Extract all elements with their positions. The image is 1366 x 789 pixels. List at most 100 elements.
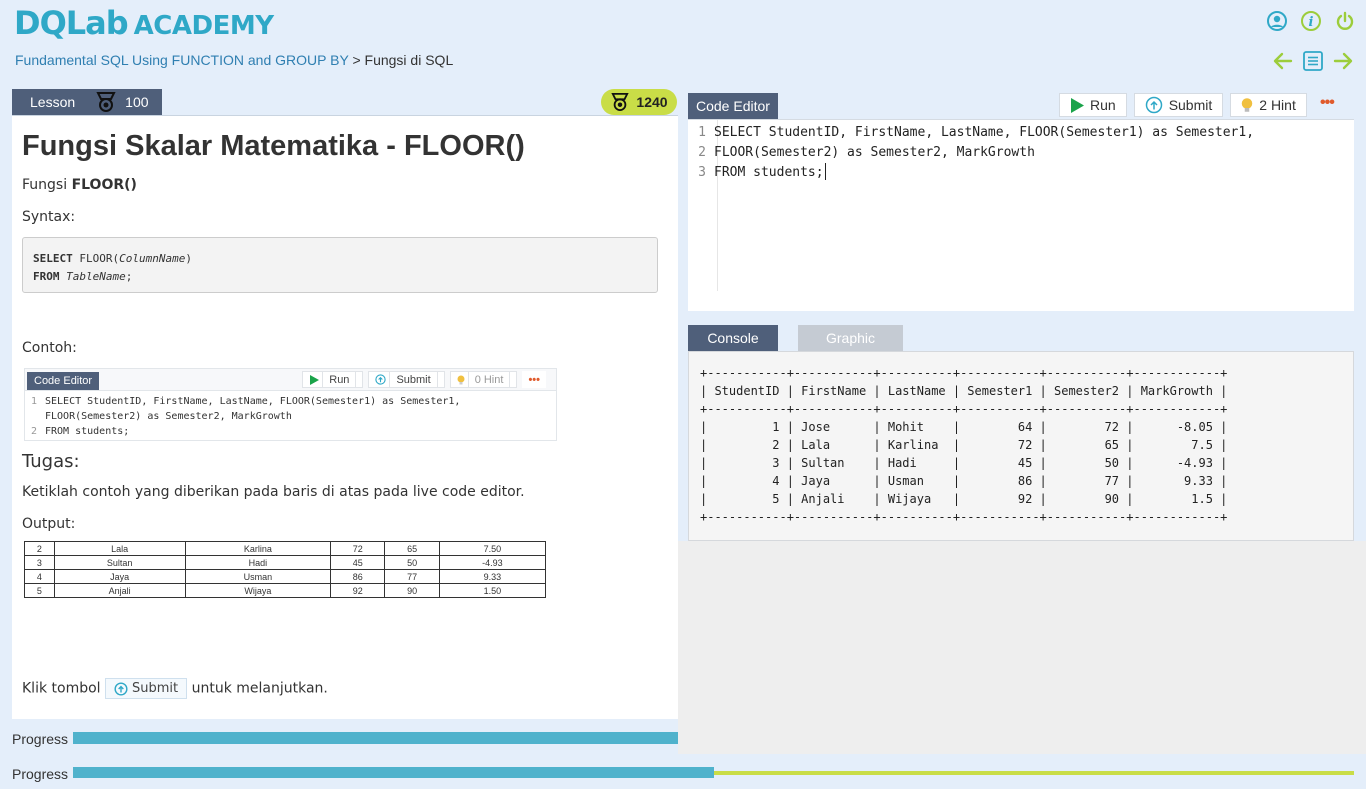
- logo-text: DQLab: [14, 4, 129, 42]
- bulb-icon: [457, 375, 465, 384]
- syntax-table: TableName: [66, 270, 126, 283]
- dqlab-logo[interactable]: DQLab ACADEMY: [14, 4, 274, 42]
- lesson-progress-fill: [73, 732, 678, 744]
- output-table-cell: Usman: [184, 569, 332, 584]
- example-code-line: FLOOR(Semester2) as Semester2, MarkGrowt…: [45, 411, 292, 422]
- click-prefix: Klik tombol: [22, 680, 101, 697]
- course-progress-fill: [73, 767, 714, 778]
- submit-button[interactable]: Submit: [1133, 93, 1224, 117]
- lesson-panel: Fungsi Skalar Matematika - FLOOR() Fungs…: [12, 115, 678, 719]
- power-icon[interactable]: [1334, 10, 1356, 32]
- user-icon[interactable]: [1266, 10, 1288, 32]
- breadcrumb-current: Fungsi di SQL: [364, 52, 454, 68]
- click-suffix: untuk melanjutkan.: [191, 680, 328, 697]
- editor-toolbar: Run Submit 2 Hint: [1059, 93, 1307, 117]
- progress-label: Progress: [12, 731, 69, 747]
- output-table-row: 3 Sultan Hadi 45 50 -4.93: [24, 555, 547, 570]
- example-hint-label: 0 Hint: [467, 371, 511, 388]
- output-table-cell: 92: [330, 583, 386, 598]
- example-more-icon: •••: [522, 371, 546, 388]
- upload-icon: [375, 374, 387, 385]
- lesson-tab[interactable]: Lesson 100: [12, 89, 162, 115]
- medal-icon: [95, 92, 117, 112]
- line-number: 3: [698, 165, 706, 180]
- task-heading: Tugas:: [22, 451, 80, 472]
- output-table-cell: 86: [330, 569, 386, 584]
- arrow-left-icon[interactable]: [1272, 50, 1294, 72]
- example-submit-button: Submit: [368, 371, 445, 388]
- code-line[interactable]: SELECT StudentID, FirstName, LastName, F…: [714, 123, 1254, 143]
- output-label: Output:: [22, 516, 76, 532]
- arrow-right-icon[interactable]: [1332, 50, 1354, 72]
- output-table-cell: 2: [24, 541, 55, 556]
- example-code: 1 SELECT StudentID, FirstName, LastName, …: [25, 391, 556, 439]
- header-icons: i: [1266, 10, 1356, 32]
- output-table-cell: 65: [384, 541, 440, 556]
- output-table-cell: 1.50: [438, 583, 547, 598]
- syntax-function: FLOOR(: [72, 252, 120, 265]
- code-editor-tab[interactable]: Code Editor: [688, 93, 778, 119]
- code-line[interactable]: FLOOR(Semester2) as Semester2, MarkGrowt…: [714, 143, 1035, 163]
- list-icon[interactable]: [1302, 50, 1324, 72]
- output-table-cell: Wijaya: [184, 583, 332, 598]
- output-table-cell: 9.33: [438, 569, 547, 584]
- svg-text:i: i: [1309, 15, 1314, 30]
- output-table-cell: Jaya: [53, 569, 186, 584]
- info-icon[interactable]: i: [1300, 10, 1322, 32]
- upload-icon: [1145, 96, 1162, 114]
- total-points-badge: 1240: [601, 89, 677, 115]
- console-tab[interactable]: Console: [688, 325, 778, 351]
- example-line-number: 2: [31, 426, 38, 437]
- output-table-cell: 3: [24, 555, 55, 570]
- example-hint-button: 0 Hint: [449, 371, 518, 388]
- hint-label: 2 Hint: [1259, 97, 1296, 113]
- syntax-keyword-from: FROM: [33, 270, 60, 283]
- run-button[interactable]: Run: [1059, 93, 1127, 117]
- lesson-points: 100: [125, 94, 149, 110]
- output-table-cell: Anjali: [53, 583, 186, 598]
- output-table-cell: 4: [24, 569, 55, 584]
- example-code-line: FROM students;: [45, 426, 130, 437]
- play-icon: [310, 374, 320, 385]
- click-instruction: Klik tombol Submit untuk melanjutkan.: [22, 678, 328, 699]
- syntax-keyword-select: SELECT: [33, 252, 73, 265]
- output-table-cell: Karlina: [184, 541, 332, 556]
- hint-button[interactable]: 2 Hint: [1230, 93, 1307, 117]
- bulb-icon: [1242, 98, 1253, 112]
- line-number: 2: [698, 145, 706, 160]
- output-table-cell: Lala: [53, 541, 186, 556]
- lesson-navigation: [1272, 50, 1354, 72]
- editor-footer: [688, 291, 1354, 311]
- inline-submit-label: Submit: [132, 681, 179, 696]
- lesson-tab-label: Lesson: [30, 94, 76, 110]
- editor-code[interactable]: 1 SELECT StudentID, FirstName, LastName, …: [688, 123, 1254, 183]
- logo-suffix: ACADEMY: [133, 11, 274, 41]
- inline-submit-image: Submit: [105, 678, 188, 699]
- upload-icon: [114, 681, 128, 696]
- syntax-argument: ColumnName: [119, 252, 186, 265]
- total-points-value: 1240: [636, 94, 668, 110]
- example-screenshot: Code Editor Run Submit 0 Hint ••• 1 SELEC…: [24, 368, 557, 441]
- workspace-background: [678, 541, 1366, 754]
- output-table-cell: 5: [24, 583, 55, 598]
- graphic-tab[interactable]: Graphic: [798, 325, 903, 351]
- example-line-number: 1: [31, 396, 38, 407]
- task-text: Ketiklah contoh yang diberikan pada bari…: [22, 484, 525, 500]
- syntax-code-block: SELECT FLOOR(ColumnName) FROM TableName;: [22, 237, 658, 293]
- intro-function: FLOOR(): [71, 177, 137, 193]
- output-table-row: 2 Lala Karlina 72 65 7.50: [24, 541, 547, 556]
- example-editor-tab: Code Editor: [27, 371, 100, 390]
- output-table-cell: 7.50: [438, 541, 547, 556]
- breadcrumb-course-link[interactable]: Fundamental SQL Using FUNCTION and GROUP…: [15, 52, 349, 68]
- output-table-image: 2 Lala Karlina 72 65 7.50 3 Sultan Hadi 45 50 -4.93…: [24, 541, 547, 599]
- more-options-icon[interactable]: •••: [1320, 94, 1335, 112]
- text-cursor: [824, 163, 826, 180]
- lesson-title: Fungsi Skalar Matematika - FLOOR(): [22, 130, 525, 162]
- code-editor[interactable]: 1 SELECT StudentID, FirstName, LastName, …: [688, 119, 1354, 292]
- output-table-cell: 90: [384, 583, 440, 598]
- output-table-row: 4 Jaya Usman 86 77 9.33: [24, 569, 547, 584]
- syntax-close: ): [185, 252, 192, 265]
- course-progress-track: [73, 767, 1354, 778]
- code-line[interactable]: FROM students;: [714, 163, 824, 183]
- console-output: +-----------+-----------+----------+----…: [688, 351, 1354, 541]
